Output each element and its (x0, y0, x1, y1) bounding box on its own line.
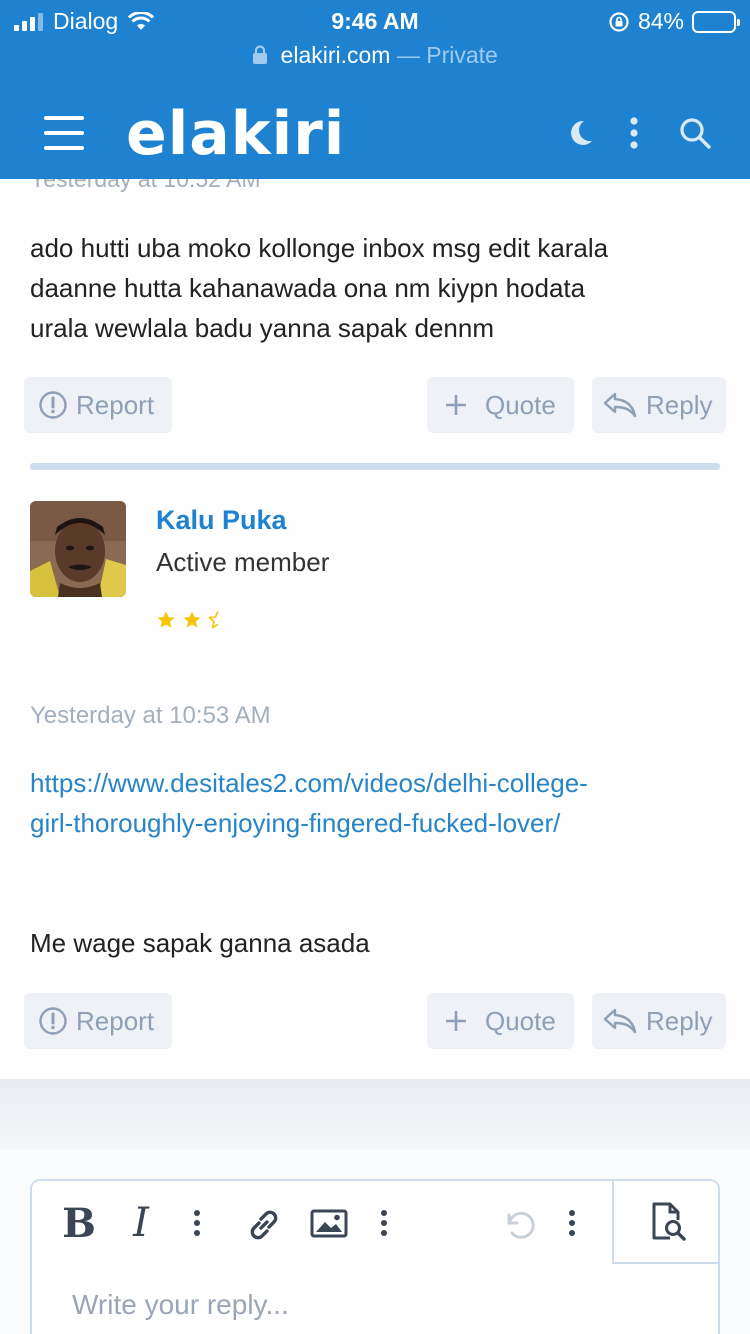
editor-toolbar: B I (32, 1181, 718, 1264)
bold-icon[interactable]: B (62, 1200, 96, 1247)
address-bar[interactable]: elakiri.com — Private (0, 42, 750, 69)
quote-button[interactable]: Quote (427, 993, 574, 1049)
message-line: Me wage sapak ganna asada (30, 928, 370, 958)
preview-button[interactable] (612, 1181, 718, 1264)
quote-button[interactable]: Quote (427, 377, 574, 433)
post-message: https://www.desitales2.com/videos/delhi-… (30, 763, 720, 843)
post-timestamp: Yesterday at 10:53 AM (30, 702, 271, 729)
report-label: Report (76, 389, 155, 420)
report-button[interactable]: Report (24, 993, 172, 1049)
search-icon[interactable] (677, 115, 713, 151)
battery-percent: 84% (637, 8, 684, 34)
image-icon[interactable] (309, 1201, 349, 1245)
preview-icon (652, 1202, 686, 1241)
site-logo[interactable]: elakiri (126, 99, 345, 169)
more-icon[interactable] (374, 1201, 394, 1245)
link-icon[interactable] (244, 1201, 284, 1245)
plus-icon (446, 395, 466, 415)
link-line: https://www.desitales2.com/videos/delhi-… (30, 768, 588, 798)
user-rating (156, 610, 228, 630)
reply-label: Reply (646, 389, 713, 420)
italic-icon[interactable]: I (126, 1200, 156, 1246)
alert-circle-icon (39, 391, 67, 419)
reply-button[interactable]: Reply (592, 993, 726, 1049)
star-icon (183, 611, 201, 628)
site-navbar: elakiri (0, 95, 750, 179)
report-label: Report (76, 1005, 155, 1036)
moon-icon[interactable] (562, 115, 598, 151)
reply-icon (603, 1008, 637, 1034)
section-separator (0, 1079, 750, 1149)
post-message: ado hutti uba moko kollonge inbox msg ed… (30, 228, 720, 348)
post-link[interactable]: https://www.desitales2.com/videos/delhi-… (30, 763, 720, 843)
alert-circle-icon (39, 1007, 67, 1035)
reply-input[interactable] (72, 1289, 672, 1321)
battery-icon (692, 10, 740, 33)
top-bar: Dialog 9:46 AM 84% elakiri.com — Private… (0, 0, 750, 179)
private-label: — Private (396, 42, 498, 68)
avatar-image (30, 501, 126, 597)
app-root: Dialog 9:46 AM 84% elakiri.com — Private… (0, 0, 750, 1334)
post-author[interactable]: Kalu Puka (156, 505, 287, 536)
url-domain: elakiri.com (280, 42, 391, 68)
star-icon (157, 611, 175, 628)
quote-label: Quote (485, 1005, 556, 1036)
more-icon[interactable] (187, 1201, 207, 1245)
reply-icon (603, 392, 637, 418)
lock-icon (253, 45, 268, 64)
message-line: urala wewlala badu yanna sapak dennm (30, 313, 494, 343)
message-line: ado hutti uba moko kollonge inbox msg ed… (30, 233, 609, 263)
message-line: daanne hutta kahanawada ona nm kiypn hod… (30, 273, 586, 303)
user-title: Active member (156, 547, 330, 577)
rotation-lock-icon (609, 11, 629, 32)
star-half-icon (208, 611, 219, 629)
reply-label: Reply (646, 1005, 713, 1036)
more-icon[interactable] (562, 1201, 582, 1245)
more-vertical-icon[interactable] (616, 115, 652, 151)
post-divider (30, 463, 720, 470)
menu-icon[interactable] (44, 116, 84, 150)
undo-icon[interactable] (497, 1201, 537, 1245)
report-button[interactable]: Report (24, 377, 172, 433)
link-line: girl-thoroughly-enjoying-fingered-fucked… (30, 808, 561, 838)
status-right: 84% (608, 8, 740, 35)
quote-label: Quote (485, 389, 556, 420)
status-bar: Dialog 9:46 AM 84% (0, 0, 750, 40)
avatar[interactable] (30, 501, 126, 597)
reply-button[interactable]: Reply (592, 377, 726, 433)
reply-editor: B I (30, 1179, 720, 1334)
plus-icon (446, 1011, 466, 1031)
